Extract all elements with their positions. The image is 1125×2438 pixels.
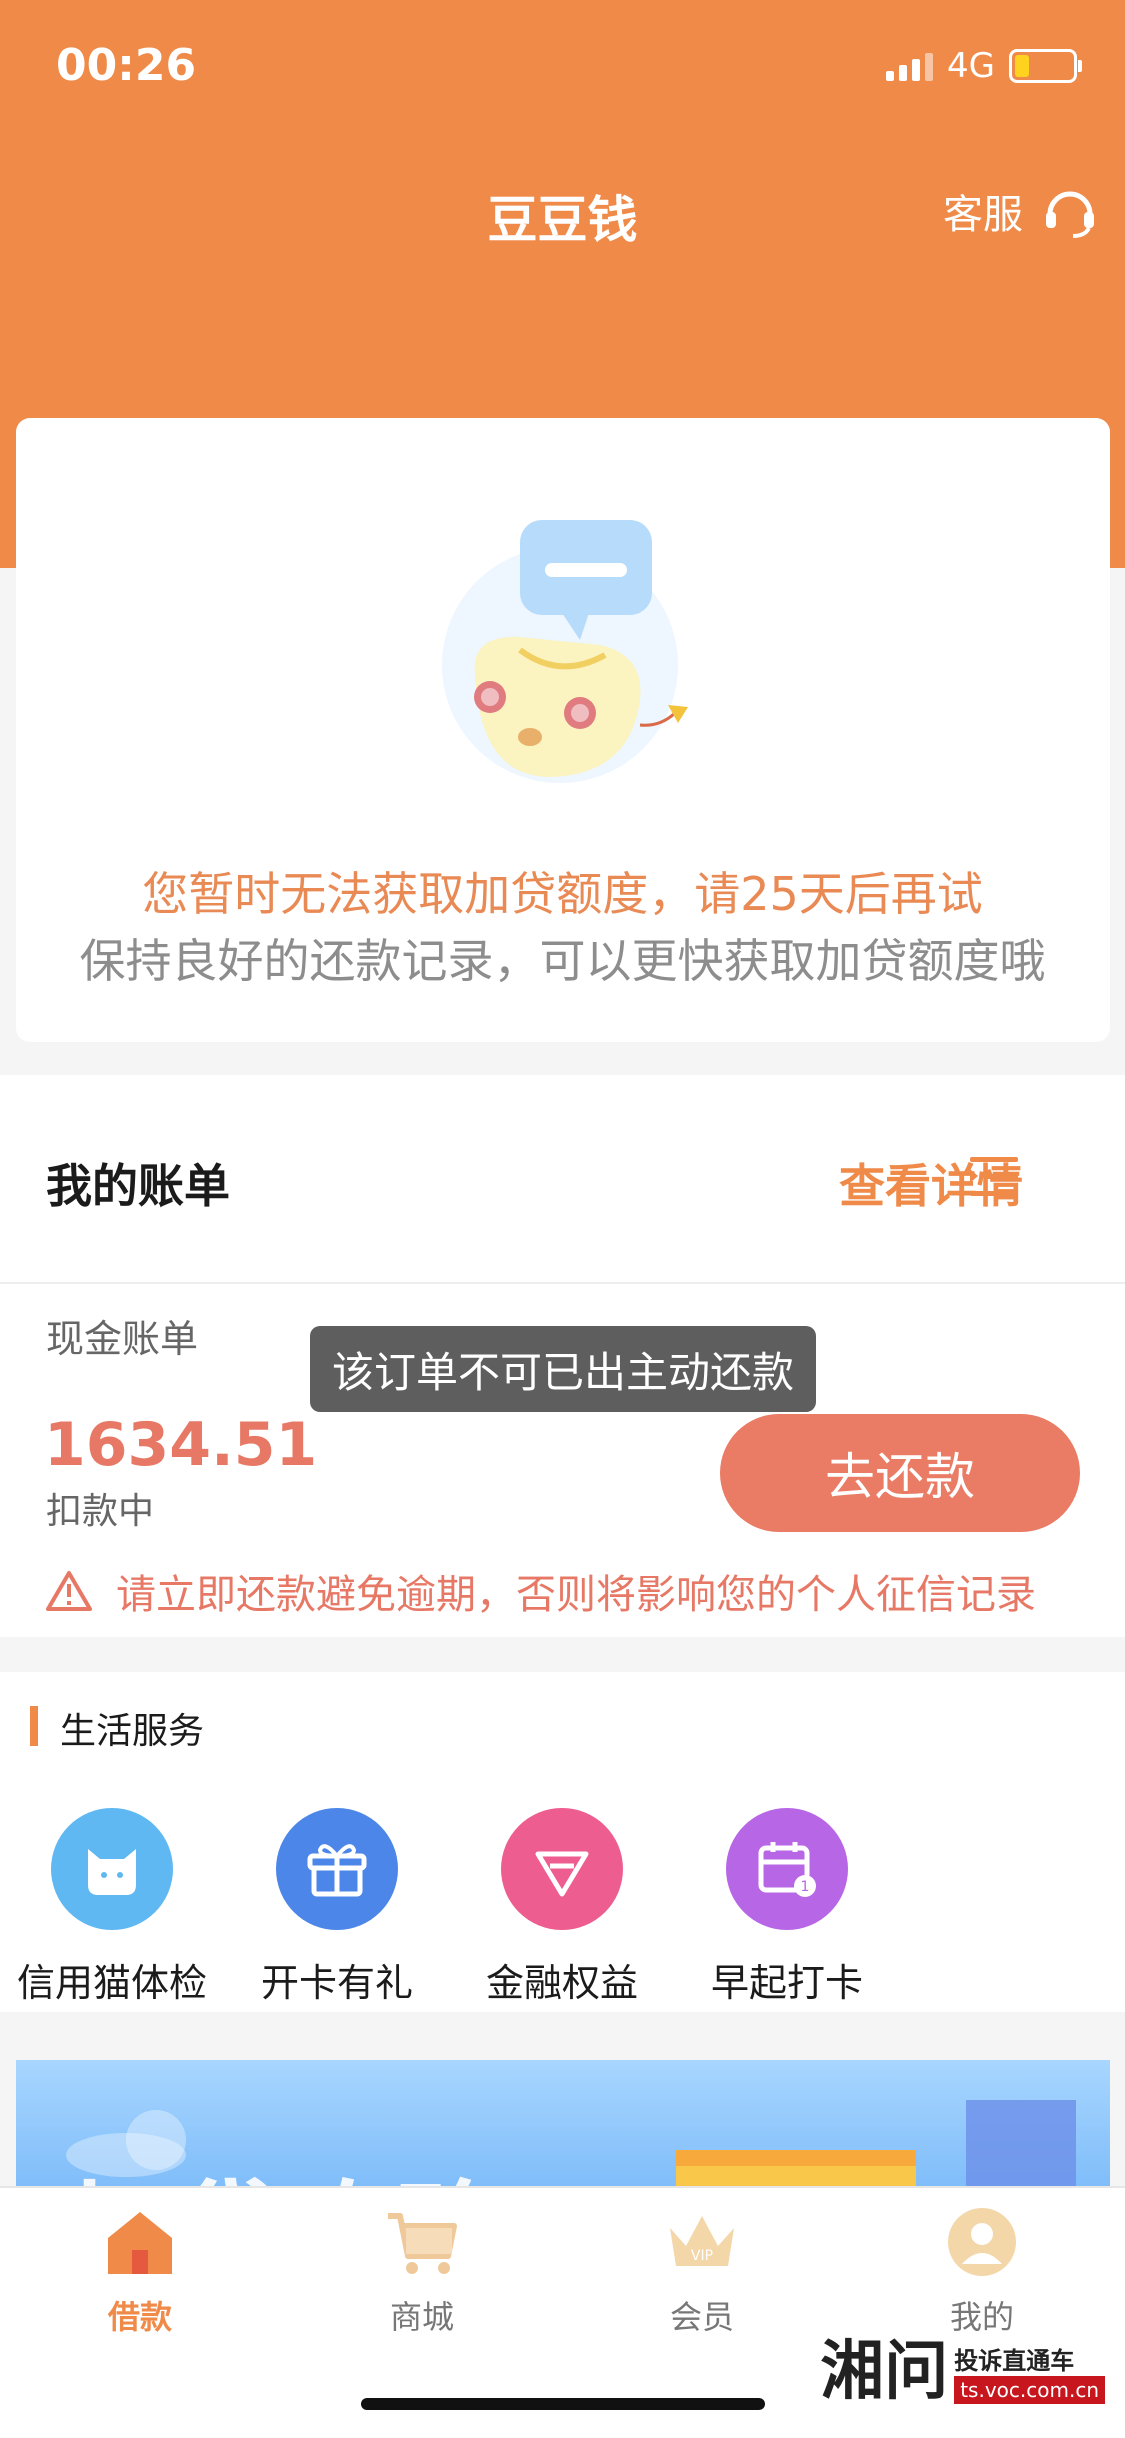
list-icon[interactable] bbox=[970, 1155, 1020, 1199]
tab-label: 我的 bbox=[949, 2298, 1014, 2336]
service-finance-rights[interactable]: 金融权益 bbox=[447, 1808, 677, 2007]
cart-icon bbox=[388, 2213, 457, 2274]
signal-icon bbox=[886, 51, 934, 81]
tab-label: 会员 bbox=[669, 2298, 734, 2336]
service-credit-cat[interactable]: 信用猫体检 bbox=[0, 1808, 227, 2007]
user-icon bbox=[948, 2208, 1016, 2276]
watermark: 湘问 投诉直通车 ts.voc.com.cn bbox=[820, 2340, 1105, 2404]
tab-label: 借款 bbox=[107, 2298, 172, 2336]
crown-icon: VIP bbox=[670, 2216, 734, 2266]
bill-status: 扣款中 bbox=[46, 1491, 155, 1532]
home-indicator bbox=[361, 2398, 765, 2410]
life-services-title: 生活服务 bbox=[60, 1711, 205, 1752]
calendar-icon: 1 bbox=[726, 1808, 848, 1930]
tab-mall[interactable]: 商城 bbox=[322, 2206, 522, 2338]
tab-mine[interactable]: 我的 bbox=[882, 2206, 1082, 2338]
svg-text:VIP: VIP bbox=[691, 2248, 713, 2264]
warning-text: 请立即还款避免逾期，否则将影响您的个人征信记录 bbox=[116, 1572, 1036, 1618]
watermark-url: ts.voc.com.cn bbox=[954, 2376, 1105, 2404]
service-label: 信用猫体检 bbox=[16, 1961, 207, 2005]
watermark-name: 投诉直通车 bbox=[954, 2347, 1075, 2375]
warning-row: 请立即还款避免逾期，否则将影响您的个人征信记录 bbox=[46, 1562, 1036, 1620]
tab-member[interactable]: VIP 会员 bbox=[602, 2206, 802, 2338]
bill-title: 我的账单 bbox=[46, 1159, 230, 1213]
quota-message: 您暂时无法获取加贷额度，请25天后再试 bbox=[142, 867, 983, 921]
warning-icon bbox=[46, 1571, 92, 1611]
divider bbox=[0, 1282, 1125, 1284]
service-label: 早起打卡 bbox=[710, 1961, 863, 2005]
network-label: 4G bbox=[947, 46, 995, 86]
cash-bill-label: 现金账单 bbox=[46, 1317, 199, 1361]
headset-icon bbox=[1046, 191, 1094, 238]
gift-icon bbox=[276, 1808, 398, 1930]
repay-button[interactable]: 去还款 bbox=[720, 1414, 1080, 1532]
service-morning-checkin[interactable]: 1 早起打卡 bbox=[672, 1808, 902, 2007]
service-label: 开卡有礼 bbox=[260, 1961, 413, 2005]
cat-icon bbox=[51, 1808, 173, 1930]
status-icons: 4G bbox=[886, 46, 1082, 86]
service-label: 金融权益 bbox=[485, 1961, 638, 2005]
toast-message: 该订单不可已出主动还款 bbox=[310, 1326, 816, 1412]
tab-loan[interactable]: 借款 bbox=[40, 2206, 240, 2338]
service-card-gift[interactable]: 开卡有礼 bbox=[222, 1808, 452, 2007]
diamond-icon bbox=[501, 1808, 623, 1930]
svg-text:1: 1 bbox=[801, 1879, 810, 1895]
customer-service-button[interactable]: 客服 bbox=[943, 182, 1099, 240]
status-time: 00:26 bbox=[56, 40, 197, 91]
quota-tip: 保持良好的还款记录，可以更快获取加贷额度哦 bbox=[79, 934, 1046, 988]
battery-icon bbox=[1009, 49, 1082, 83]
watermark-brand: 湘问 bbox=[820, 2335, 949, 2409]
customer-service-label: 客服 bbox=[943, 192, 1023, 238]
home-icon bbox=[108, 2212, 172, 2274]
section-marker bbox=[30, 1706, 38, 1746]
mascot-illustration bbox=[442, 520, 688, 783]
bill-amount: 1634.51 bbox=[44, 1410, 318, 1480]
tab-label: 商城 bbox=[389, 2298, 454, 2336]
